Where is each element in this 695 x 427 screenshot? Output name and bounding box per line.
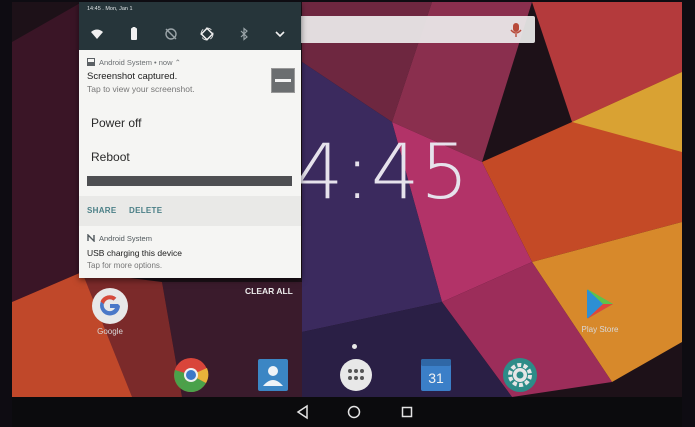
quick-settings-panel: 14:45 . Mon, Jan 1 (79, 2, 301, 50)
delete-button[interactable]: DELETE (129, 206, 162, 215)
contacts-icon[interactable] (257, 358, 289, 392)
home-button[interactable] (346, 404, 362, 420)
play-store-app[interactable]: Play Store (579, 285, 621, 334)
device-screen: 4:45 Google Play Store 31 14:45 . Mon, J… (12, 2, 682, 427)
dialog-divider-bar (87, 176, 292, 186)
settings-icon[interactable] (502, 357, 538, 393)
notification-actions: SHARE DELETE (79, 196, 301, 226)
app-drawer-icon[interactable] (339, 358, 373, 392)
usb-notification-title: USB charging this device (87, 248, 182, 258)
reboot-option[interactable]: Reboot (91, 150, 130, 164)
calendar-app[interactable]: 31 (420, 358, 452, 392)
google-search-bar[interactable] (277, 16, 535, 43)
screenshot-notification-text: Tap to view your screenshot. (87, 84, 195, 94)
usb-notification-text: Tap for more options. (87, 261, 163, 270)
chrome-icon[interactable] (172, 356, 210, 394)
notification-shade: 14:45 . Mon, Jan 1 Android System • now … (79, 2, 301, 278)
thumbnail-bar (275, 79, 291, 82)
battery-icon[interactable] (127, 27, 141, 41)
google-app[interactable]: Google (89, 287, 131, 336)
microphone-icon[interactable] (509, 22, 523, 38)
calendar-day: 31 (428, 370, 444, 386)
expand-chevron-icon[interactable] (273, 27, 287, 41)
bluetooth-icon[interactable] (237, 27, 251, 41)
play-store-icon (587, 289, 613, 319)
status-time-date: 14:45 . Mon, Jan 1 (87, 6, 133, 12)
screenshot-thumbnail[interactable] (271, 68, 295, 93)
navigation-bar (12, 397, 682, 427)
clear-all-button[interactable]: CLEAR ALL (245, 286, 293, 296)
home-clock: 4:45 (295, 127, 470, 216)
back-button[interactable] (295, 404, 311, 420)
google-icon (92, 288, 128, 324)
android-system-icon (87, 234, 95, 242)
do-not-disturb-icon[interactable] (164, 27, 178, 41)
auto-rotate-icon[interactable] (200, 27, 214, 41)
recents-button[interactable] (399, 404, 415, 420)
google-label: Google (97, 327, 123, 336)
screenshot-app-icon (87, 58, 95, 66)
page-indicator (352, 344, 357, 349)
play-store-label: Play Store (581, 325, 619, 334)
screenshot-notification-app: Android System • now ⌃ (99, 58, 181, 67)
wifi-icon[interactable] (90, 27, 104, 41)
usb-notification-app: Android System (99, 234, 152, 243)
share-button[interactable]: SHARE (87, 206, 117, 215)
power-off-option[interactable]: Power off (91, 116, 141, 130)
screenshot-notification-title: Screenshot captured. (87, 71, 178, 82)
